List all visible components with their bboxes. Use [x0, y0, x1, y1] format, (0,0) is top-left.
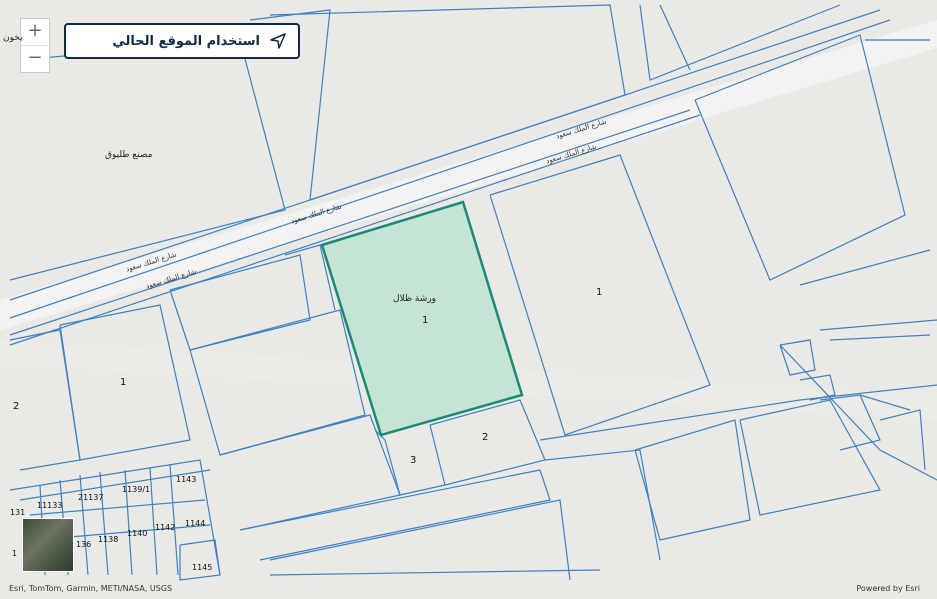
parcel-number: 3 — [410, 455, 417, 466]
parcel-number: 1144 — [185, 519, 206, 528]
parcel-number: 1 — [596, 287, 603, 298]
use-current-location-label: استخدام الموقع الحالي — [112, 33, 260, 49]
parcel-number: 2 — [13, 401, 20, 412]
parcel-number-highlighted: 1 — [422, 315, 429, 326]
parcel-number: 1142 — [155, 523, 176, 532]
navigation-arrow-icon — [270, 33, 286, 49]
parcel-number: 21137 — [78, 493, 104, 502]
map-base-layer[interactable] — [0, 0, 937, 599]
basemap-toggle-thumbnail[interactable] — [22, 518, 74, 572]
factory-label: مصنع طليوق — [105, 150, 153, 160]
parcel-number: 1138 — [98, 535, 119, 544]
parcel-number: 1139/1 — [122, 485, 151, 494]
zoom-in-button[interactable]: + — [21, 19, 49, 45]
parcel-number: 1145 — [192, 563, 213, 572]
parcel-number: 1 — [12, 549, 18, 558]
corner-place-label: يخون — [3, 33, 23, 43]
map-attribution: Esri, TomTom, Garmin, METI/NASA, USGS — [9, 584, 173, 593]
parcel-number: 136 — [76, 540, 92, 549]
parcel-number: 131 — [10, 508, 26, 517]
parcel-number: 1 — [120, 377, 127, 388]
use-current-location-button[interactable]: استخدام الموقع الحالي — [64, 23, 300, 59]
zoom-control: + − — [20, 18, 50, 73]
map-view[interactable]: + − استخدام الموقع الحالي يخون مصنع طليو… — [0, 0, 937, 599]
powered-by-esri[interactable]: Powered by Esri — [856, 584, 920, 593]
parcel-number: 2 — [482, 432, 489, 443]
parcel-number: 11133 — [37, 501, 63, 510]
parcel-number: 1140 — [127, 529, 148, 538]
zoom-out-button[interactable]: − — [21, 45, 49, 72]
parcel-number: 1143 — [176, 475, 197, 484]
parcel-name-label: ورشة ظلال — [393, 294, 436, 304]
